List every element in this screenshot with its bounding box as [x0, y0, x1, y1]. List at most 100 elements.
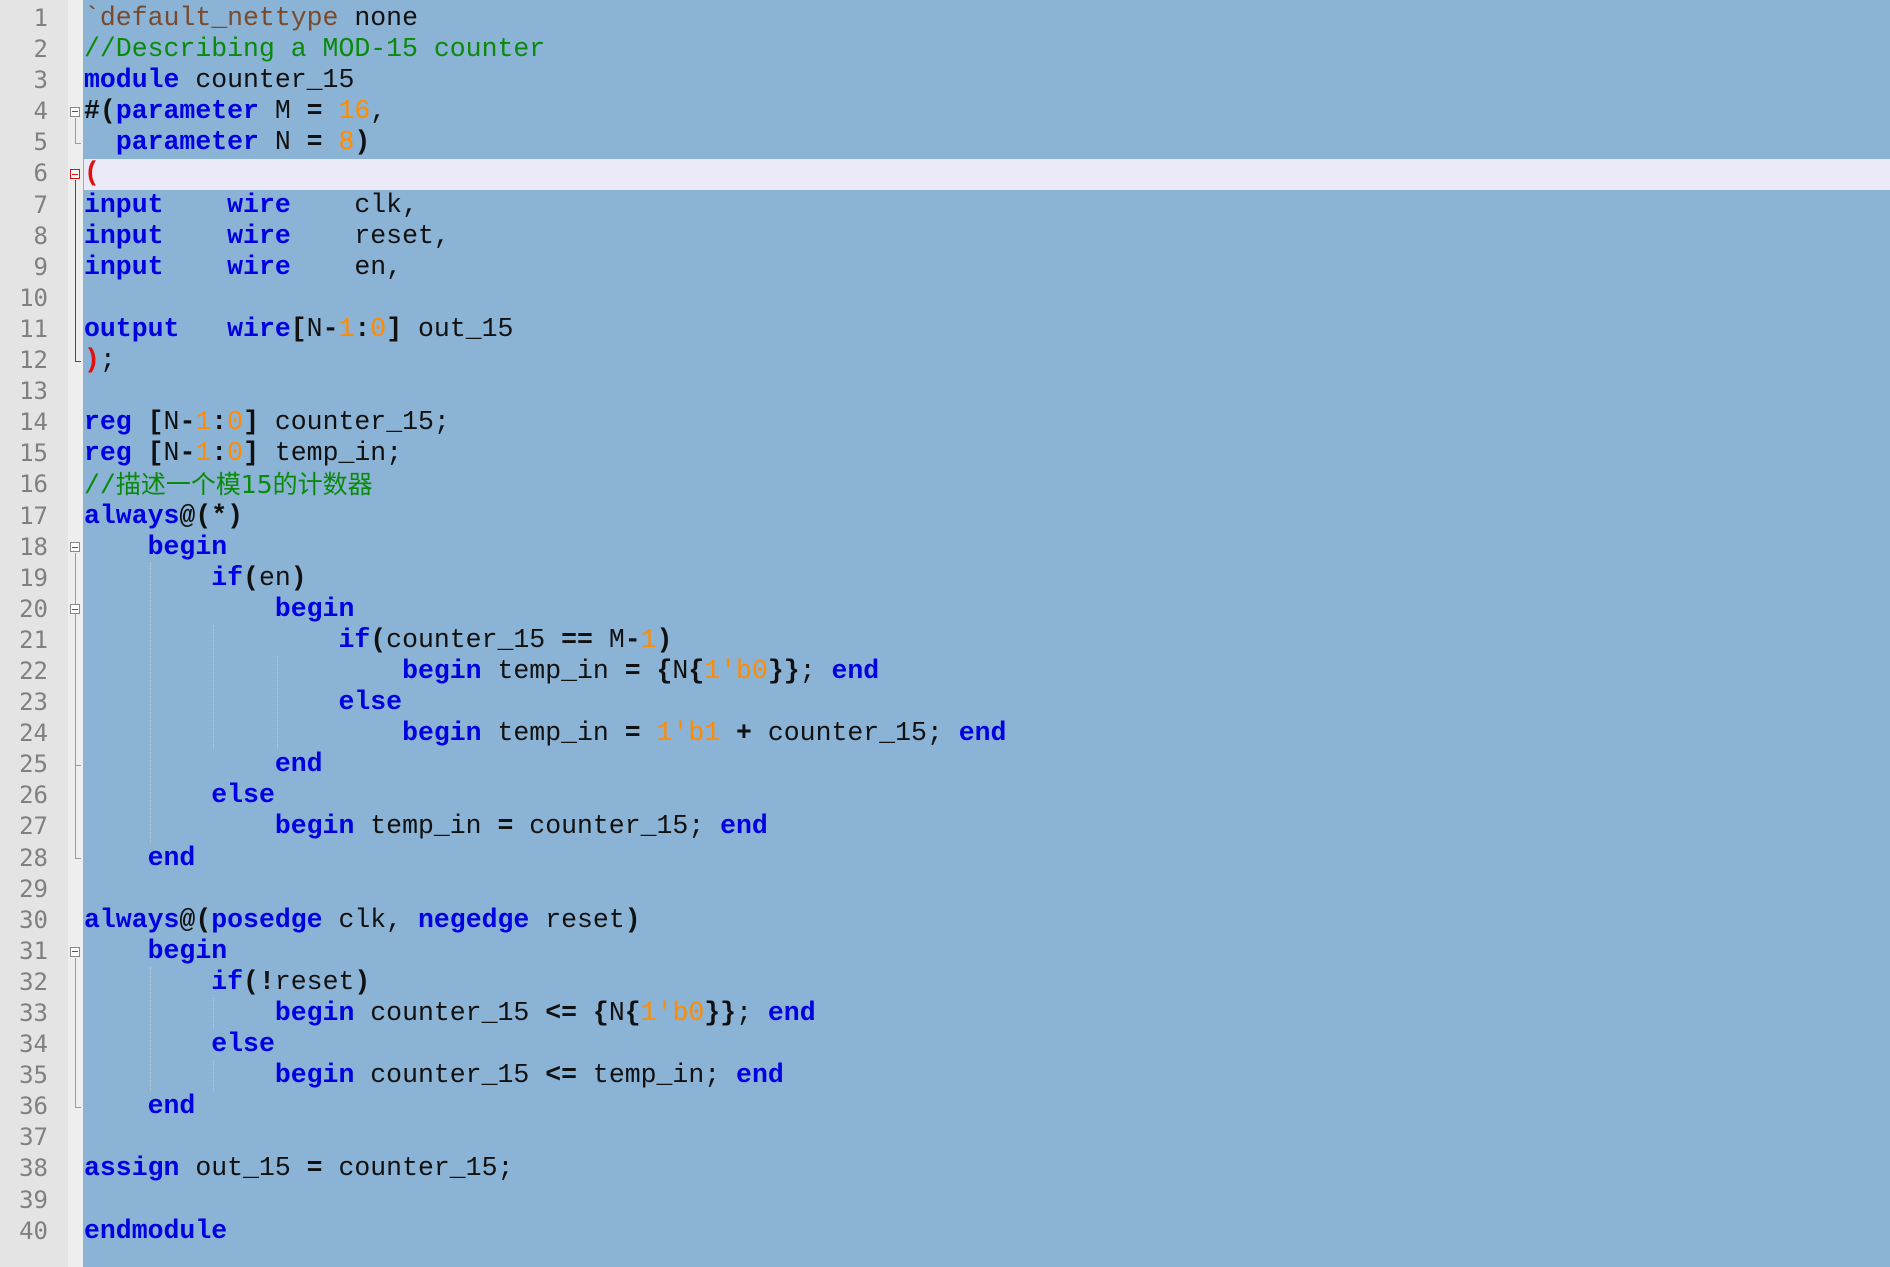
code-line[interactable]	[84, 1185, 1890, 1216]
code-token: ,	[370, 96, 387, 127]
code-token: //	[84, 471, 116, 502]
code-line[interactable]	[84, 1122, 1890, 1153]
code-line[interactable]: endmodule	[84, 1216, 1890, 1247]
code-line[interactable]: //描述一个模15的计数器	[84, 469, 1890, 502]
code-token: wire	[227, 313, 291, 344]
indent-guide	[213, 625, 215, 750]
code-token: :	[354, 313, 371, 344]
code-token: reg	[84, 407, 132, 438]
line-number-gutter[interactable]: 1 2 3 4 5 6 7 8 9 10 11 12 13 14 15 16 17 18 19 20 21 22 23 24 2…	[0, 0, 68, 1267]
code-token: N	[608, 998, 625, 1028]
code-line[interactable]: else	[84, 687, 1890, 718]
line-number: 29	[19, 874, 48, 903]
code-token: 1'b0	[640, 998, 705, 1028]
code-token: +	[736, 718, 752, 749]
code-token: ;	[736, 998, 768, 1028]
code-line[interactable]: input wire reset,	[84, 221, 1890, 252]
code-token: {	[688, 655, 705, 686]
code-line[interactable]: begin	[84, 936, 1890, 967]
code-token: -	[624, 624, 641, 655]
code-line[interactable]: end	[84, 843, 1890, 874]
code-line[interactable]: parameter N = 8)	[84, 127, 1890, 158]
fold-end-tick	[75, 858, 81, 860]
fold-guide-line	[75, 957, 76, 1108]
code-line[interactable]: begin temp_in = {N{1'b0}}; end	[84, 656, 1890, 687]
line-number: 25	[19, 750, 48, 779]
line-number: 13	[19, 377, 48, 406]
code-token: [	[147, 438, 164, 469]
fold-minus-icon[interactable]	[70, 169, 80, 180]
code-line[interactable]: if(counter_15 == M-1)	[84, 625, 1890, 656]
code-line[interactable]: output wire[N-1:0] out_15	[84, 314, 1890, 345]
code-token: {	[592, 998, 609, 1028]
code-line[interactable]: end	[84, 749, 1890, 780]
code-token: temp_in	[354, 811, 498, 842]
code-token: @(*)	[179, 500, 244, 531]
code-token: out_15	[402, 313, 514, 344]
code-token: 8	[338, 127, 355, 158]
code-line[interactable]: //Describing a MOD-15 counter	[84, 34, 1890, 65]
code-token: if	[338, 624, 371, 655]
code-token: end	[147, 842, 196, 873]
code-line[interactable]: begin	[84, 532, 1890, 563]
code-token: 16	[338, 96, 371, 127]
code-line[interactable]: module counter_15	[84, 65, 1890, 96]
code-line[interactable]: );	[84, 345, 1890, 376]
code-line[interactable]: end	[84, 1091, 1890, 1122]
code-line[interactable]: assign out_15 = counter_15;	[84, 1153, 1890, 1184]
code-token: begin	[402, 718, 482, 749]
code-token: )	[624, 904, 641, 935]
code-line[interactable]: else	[84, 780, 1890, 811]
code-line[interactable]: if(en)	[84, 563, 1890, 594]
code-line[interactable]: input wire clk,	[84, 190, 1890, 221]
code-token: module	[84, 65, 180, 96]
code-line[interactable]: if(!reset)	[84, 967, 1890, 998]
code-editor[interactable]: `default_nettype none//Describing a MOD-…	[84, 3, 1890, 1247]
code-line[interactable]: else	[84, 1029, 1890, 1060]
code-line[interactable]: `default_nettype none	[84, 3, 1890, 34]
line-number: 37	[19, 1123, 48, 1152]
code-line[interactable]: begin counter_15 <= {N{1'b0}}; end	[84, 998, 1890, 1029]
fold-minus-icon[interactable]	[70, 106, 80, 117]
indent-guide	[149, 967, 151, 1092]
code-line[interactable]: always@(posedge clk, negedge reset)	[84, 905, 1890, 936]
code-line[interactable]: input wire en,	[84, 252, 1890, 283]
code-line[interactable]	[84, 376, 1890, 407]
fold-end-tick	[75, 142, 81, 144]
fold-minus-icon[interactable]	[70, 604, 80, 615]
line-number: 12	[19, 346, 48, 375]
fold-minus-icon[interactable]	[70, 946, 80, 957]
line-number: 22	[19, 656, 48, 685]
code-token: begin	[147, 531, 228, 562]
code-token: counter_15;	[513, 811, 721, 842]
fold-minus-icon[interactable]	[70, 542, 80, 553]
line-number: 38	[19, 1154, 48, 1183]
code-token: ]	[243, 438, 259, 469]
code-line[interactable]: (	[84, 158, 1890, 189]
code-line[interactable]: reg [N-1:0] counter_15;	[84, 407, 1890, 438]
code-line[interactable]: begin temp_in = counter_15; end	[84, 811, 1890, 842]
code-line[interactable]: begin temp_in = 1'b1 + counter_15; end	[84, 718, 1890, 749]
code-line[interactable]: reg [N-1:0] temp_in;	[84, 438, 1890, 469]
code-line[interactable]	[84, 283, 1890, 314]
code-line[interactable]: #(parameter M = 16,	[84, 96, 1890, 127]
code-line[interactable]: begin	[84, 594, 1890, 625]
code-line[interactable]: always@(*)	[84, 501, 1890, 532]
code-line[interactable]	[84, 874, 1890, 905]
code-token: reset	[274, 966, 355, 997]
code-token: =	[497, 811, 514, 842]
code-token: )	[656, 624, 673, 655]
code-line[interactable]: begin counter_15 <= temp_in; end	[84, 1060, 1890, 1091]
code-token: -	[322, 313, 339, 344]
